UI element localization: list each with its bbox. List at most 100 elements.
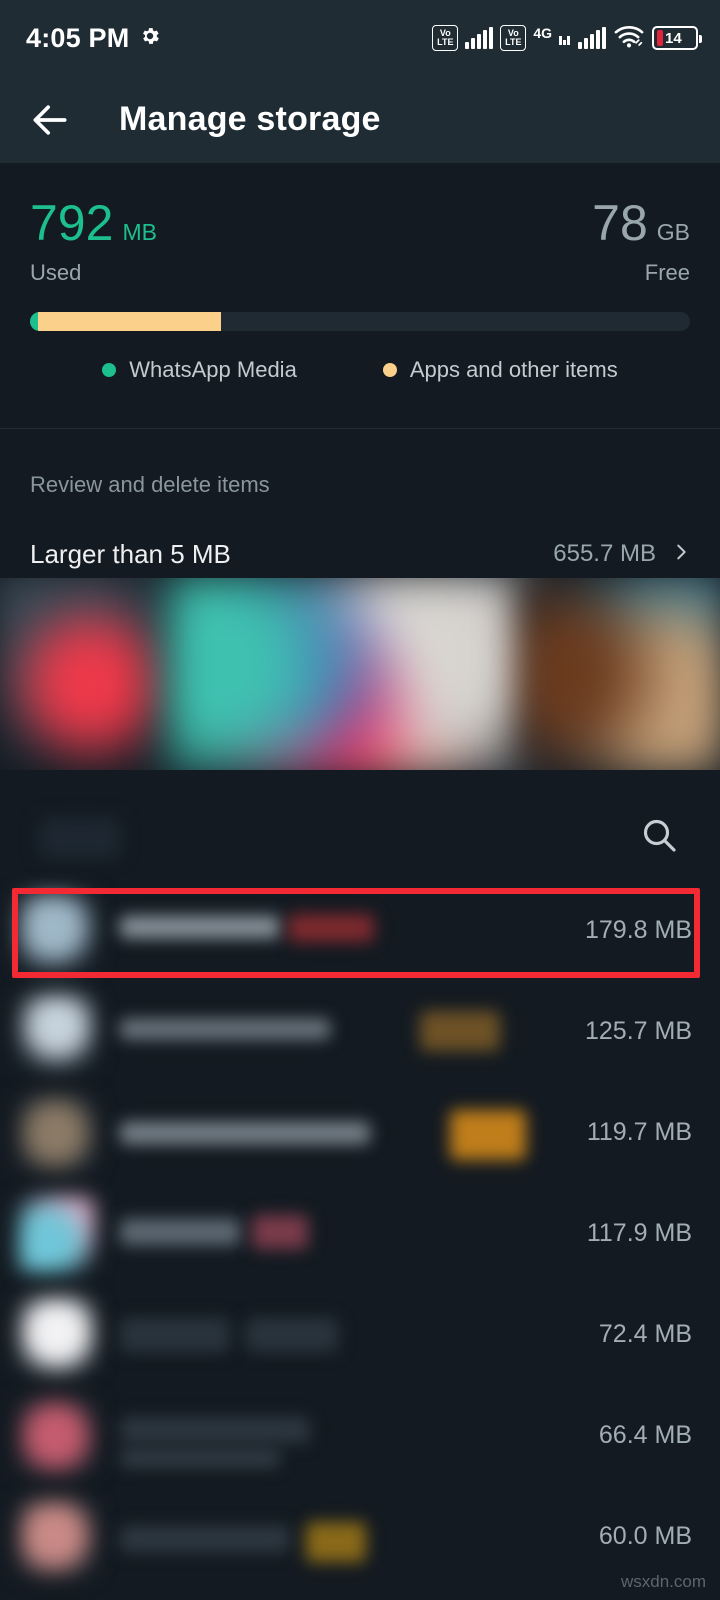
blurred-text-block bbox=[120, 1416, 310, 1443]
file-name-blurred bbox=[120, 1496, 599, 1578]
app-bar: Manage storage bbox=[0, 76, 720, 163]
signal-bars-sim2-icon bbox=[578, 27, 606, 49]
manage-storage-screen: 4:05 PM Vo LTE Vo LTE 4G 14 Manage stora… bbox=[0, 0, 720, 1600]
blurred-text-block bbox=[306, 1521, 366, 1562]
file-size-label: 179.8 MB bbox=[584, 916, 692, 944]
file-size-label: 117.9 MB bbox=[586, 1219, 692, 1247]
back-arrow-icon[interactable] bbox=[28, 98, 72, 142]
blurred-text-block bbox=[288, 913, 374, 942]
file-name-blurred bbox=[120, 1193, 587, 1275]
larger-than-5mb-row[interactable]: Larger than 5 MB 655.7 MB bbox=[0, 530, 720, 578]
file-thumbnail bbox=[18, 1094, 96, 1171]
larger-than-right: 655.7 MB bbox=[553, 540, 692, 568]
used-unit: MB bbox=[122, 219, 157, 245]
file-size-label: 60.0 MB bbox=[598, 1522, 692, 1550]
file-list-row[interactable]: 125.7 MB bbox=[0, 981, 720, 1082]
media-preview-strip[interactable] bbox=[0, 578, 720, 770]
free-unit: GB bbox=[656, 219, 690, 245]
file-list-row[interactable]: 66.4 MB bbox=[0, 1385, 720, 1486]
free-caption: Free bbox=[644, 260, 690, 285]
file-thumbnail bbox=[18, 1195, 96, 1272]
file-size-label: 72.4 MB bbox=[598, 1320, 692, 1348]
battery-fill bbox=[657, 30, 663, 46]
file-thumbnail bbox=[18, 993, 96, 1070]
used-value-group: 792 MB bbox=[30, 198, 157, 248]
blurred-text-block bbox=[120, 1018, 330, 1039]
media-preview-thumbnail[interactable] bbox=[0, 578, 181, 770]
blurred-text-block bbox=[450, 1109, 526, 1160]
blurred-text-block bbox=[120, 1525, 290, 1552]
blurred-text-block bbox=[120, 1317, 230, 1352]
signal-bars-sim1-icon bbox=[465, 27, 494, 49]
blurred-text-block bbox=[120, 1448, 280, 1467]
file-name-blurred bbox=[120, 1092, 587, 1174]
battery-percent-label: 14 bbox=[665, 29, 682, 47]
free-value: 78 bbox=[592, 195, 648, 251]
legend-label: Apps and other items bbox=[409, 357, 618, 382]
legend-label: WhatsApp Media bbox=[129, 357, 297, 382]
file-list-row[interactable]: 60.0 MB bbox=[0, 1486, 720, 1587]
free-value-group: 78 GB bbox=[592, 198, 690, 248]
blurred-text-block bbox=[252, 1214, 308, 1249]
file-name-blurred bbox=[120, 991, 585, 1073]
search-icon[interactable] bbox=[628, 804, 690, 866]
file-list-row[interactable]: 72.4 MB bbox=[0, 1284, 720, 1385]
chevron-right-icon bbox=[670, 541, 692, 568]
storage-usage-summary: 792 MB Used 78 GB Free WhatsApp Media App… bbox=[0, 163, 720, 428]
file-thumbnail bbox=[18, 1296, 96, 1373]
storage-bar-segment bbox=[30, 312, 38, 331]
file-list-row[interactable]: 179.8 MB bbox=[0, 880, 720, 981]
file-list-row[interactable]: 117.9 MB bbox=[0, 1183, 720, 1284]
file-size-label: 66.4 MB bbox=[598, 1421, 692, 1449]
media-preview-thumbnail[interactable] bbox=[518, 578, 720, 770]
file-thumbnail bbox=[18, 1397, 96, 1474]
blurred-text-block bbox=[120, 915, 280, 938]
volte-sim1-bottom: LTE bbox=[437, 37, 454, 47]
storage-legend: WhatsApp Media Apps and other items bbox=[30, 357, 690, 383]
file-list-row[interactable]: 119.7 MB bbox=[0, 1082, 720, 1183]
legend-dot-icon bbox=[382, 363, 397, 377]
gear-icon bbox=[139, 25, 161, 52]
larger-than-label: Larger than 5 MB bbox=[30, 538, 231, 569]
page-title: Manage storage bbox=[119, 100, 381, 138]
file-name-blurred bbox=[120, 890, 585, 972]
file-thumbnail bbox=[18, 1498, 96, 1575]
list-toolbar bbox=[0, 790, 720, 880]
data-activity-icon bbox=[559, 31, 570, 45]
review-section-title: Review and delete items bbox=[30, 472, 270, 497]
file-name-blurred bbox=[120, 1294, 599, 1376]
watermark: wsxdn.com bbox=[620, 1572, 706, 1591]
blurred-text-block bbox=[120, 1218, 240, 1245]
section-divider bbox=[0, 428, 720, 429]
free-block: 78 GB Free bbox=[592, 198, 690, 286]
wifi-icon bbox=[613, 24, 645, 53]
volte-icon-sim2: Vo LTE bbox=[500, 25, 527, 51]
battery-icon: 14 bbox=[652, 26, 702, 50]
legend-item: Apps and other items bbox=[382, 357, 618, 383]
status-bar-left: 4:05 PM bbox=[26, 23, 161, 54]
used-value: 792 bbox=[30, 195, 114, 251]
file-name-blurred bbox=[120, 1395, 599, 1477]
storage-bar-segment bbox=[37, 312, 222, 331]
file-size-label: 119.7 MB bbox=[586, 1118, 692, 1146]
used-block: 792 MB Used bbox=[30, 198, 157, 286]
legend-dot-icon bbox=[102, 363, 117, 377]
volte-icon-sim1: Vo LTE bbox=[432, 25, 459, 51]
storage-file-list[interactable]: 179.8 MB 125.7 MB 119.7 MB 117.9 MB 72.4 MB 6… bbox=[0, 880, 720, 1587]
blurred-text-block bbox=[246, 1317, 338, 1352]
blurred-text-block bbox=[420, 1010, 500, 1051]
status-bar-right: Vo LTE Vo LTE 4G 14 bbox=[432, 24, 702, 53]
media-preview-thumbnail[interactable] bbox=[167, 578, 533, 770]
status-bar: 4:05 PM Vo LTE Vo LTE 4G 14 bbox=[0, 0, 720, 76]
list-toolbar-label-blurred bbox=[40, 818, 120, 858]
file-thumbnail bbox=[18, 892, 96, 969]
used-caption: Used bbox=[30, 260, 82, 285]
volte-sim2-bottom: LTE bbox=[505, 37, 522, 47]
larger-than-size: 655.7 MB bbox=[553, 540, 656, 567]
status-clock: 4:05 PM bbox=[26, 22, 130, 53]
usage-values-row: 792 MB Used 78 GB Free bbox=[30, 163, 690, 286]
file-size-label: 125.7 MB bbox=[584, 1017, 692, 1045]
network-type-label: 4G bbox=[533, 24, 552, 41]
storage-progress-bar bbox=[30, 312, 690, 331]
legend-item: WhatsApp Media bbox=[102, 357, 297, 383]
